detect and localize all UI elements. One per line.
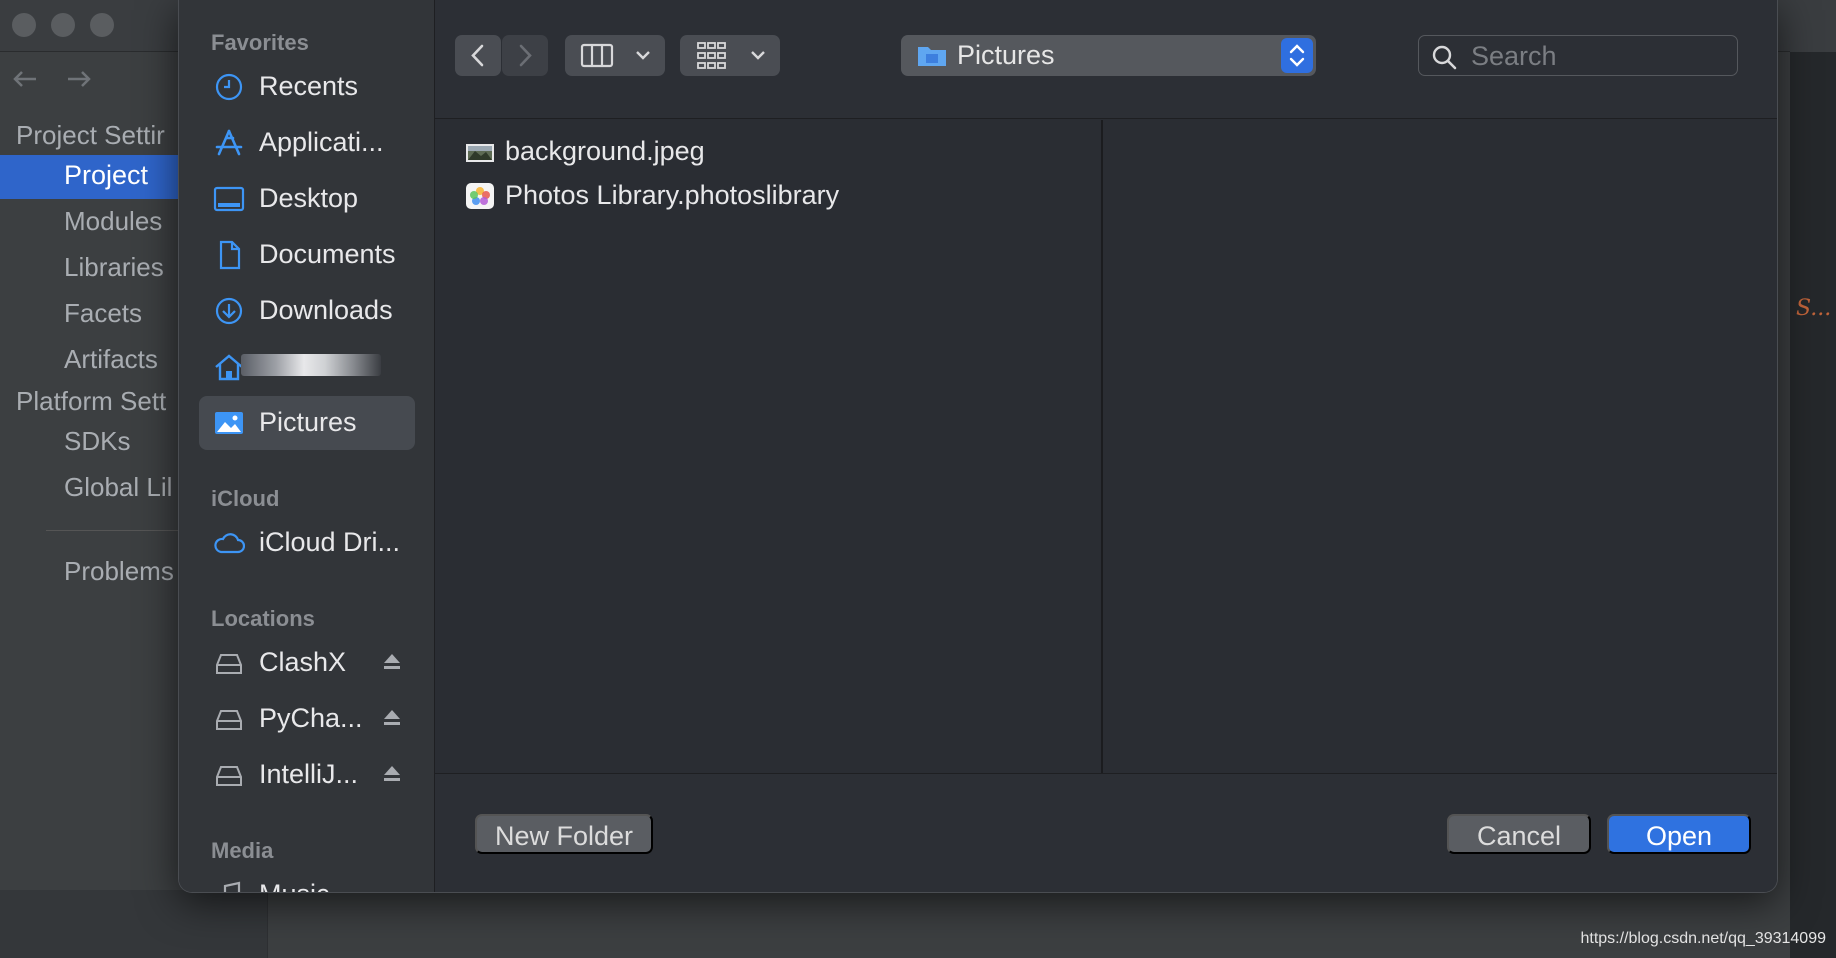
ide-editor-titlebar-edge bbox=[1790, 0, 1836, 52]
sidebar-item-recents[interactable]: Recents bbox=[199, 60, 415, 114]
sidebar-item-label: Pictures bbox=[259, 407, 357, 437]
cancel-button[interactable]: Cancel bbox=[1447, 814, 1591, 854]
file-row-background-jpeg[interactable]: background.jpeg bbox=[465, 132, 1085, 172]
music-icon bbox=[223, 881, 241, 892]
icloud-heading: iCloud bbox=[211, 486, 280, 511]
sidebar-item-label: ClashX bbox=[259, 647, 347, 677]
preview-column bbox=[1105, 120, 1777, 773]
sidebar-divider bbox=[46, 530, 186, 531]
clock-icon bbox=[215, 73, 243, 101]
drive-icon bbox=[216, 766, 242, 786]
download-icon bbox=[215, 297, 243, 325]
pictures-icon bbox=[215, 412, 243, 434]
locations-heading: Locations bbox=[211, 606, 315, 631]
open-button[interactable]: Open bbox=[1607, 814, 1751, 854]
forward-arrow-icon[interactable] bbox=[64, 64, 100, 94]
dialog-main: Pictures background.jpeg Photos Library.… bbox=[435, 0, 1777, 892]
watermark-url: https://blog.csdn.net/qq_39314099 bbox=[1580, 930, 1826, 947]
open-file-dialog: Favorites Recents Applicati... Desktop D… bbox=[178, 0, 1778, 893]
file-name: Photos Library.photoslibrary bbox=[505, 180, 840, 210]
sidebar-item-artifacts[interactable]: Artifacts bbox=[64, 344, 158, 375]
sidebar-item-pycharm[interactable]: PyCha... bbox=[199, 692, 415, 746]
forward-button[interactable] bbox=[502, 35, 548, 76]
sidebar-item-modules[interactable]: Modules bbox=[64, 206, 162, 237]
ide-bottom-panel bbox=[0, 890, 268, 958]
image-file-icon bbox=[466, 144, 494, 162]
location-stepper[interactable] bbox=[1281, 38, 1313, 73]
columns-view-icon bbox=[580, 43, 650, 68]
sidebar-item-label: Applicati... bbox=[259, 127, 384, 157]
editor-text-fragment: S... bbox=[1796, 296, 1832, 321]
folder-icon bbox=[918, 47, 946, 66]
location-popup[interactable]: Pictures bbox=[901, 35, 1316, 76]
eject-icon[interactable] bbox=[383, 764, 401, 784]
cloud-icon bbox=[214, 533, 245, 554]
back-arrow-icon[interactable] bbox=[10, 64, 46, 94]
sidebar-item-project[interactable]: Project bbox=[0, 155, 190, 199]
redacted-username bbox=[241, 354, 381, 376]
new-folder-button[interactable]: New Folder bbox=[475, 814, 653, 854]
sidebar-item-desktop[interactable]: Desktop bbox=[199, 172, 415, 226]
sidebar-item-applications[interactable]: Applicati... bbox=[199, 116, 415, 170]
sidebar-item-icloud-drive[interactable]: iCloud Dri... bbox=[199, 516, 415, 570]
file-row-photos-library[interactable]: Photos Library.photoslibrary bbox=[465, 176, 1085, 216]
sidebar-item-label: Documents bbox=[259, 239, 396, 269]
sidebar-item-label: Downloads bbox=[259, 295, 393, 325]
eject-icon[interactable] bbox=[383, 708, 401, 728]
desktop-icon bbox=[213, 186, 245, 212]
sidebar-item-problems[interactable]: Problems bbox=[64, 556, 174, 587]
minimize-window-button[interactable] bbox=[51, 13, 75, 37]
sidebar-item-libraries[interactable]: Libraries bbox=[64, 252, 164, 283]
sidebar-item-label: PyCha... bbox=[259, 703, 363, 733]
document-icon bbox=[219, 240, 241, 270]
sidebar-item-downloads[interactable]: Downloads bbox=[199, 284, 415, 338]
drive-icon bbox=[216, 654, 242, 674]
applications-icon bbox=[215, 129, 243, 156]
group-by-button[interactable] bbox=[680, 35, 780, 76]
platform-settings-heading: Platform Sett bbox=[16, 386, 167, 416]
chevron-left-icon bbox=[471, 44, 484, 67]
grid-view-icon bbox=[697, 42, 765, 69]
chevron-right-icon bbox=[519, 44, 532, 67]
sidebar-item-pictures[interactable]: Pictures bbox=[199, 396, 415, 450]
sidebar-item-label: Desktop bbox=[259, 183, 359, 213]
close-window-button[interactable] bbox=[12, 13, 36, 37]
sidebar-item-home[interactable] bbox=[199, 340, 415, 394]
dialog-button-bar: New Folder Cancel Open bbox=[435, 773, 1777, 892]
file-column: background.jpeg Photos Library.photoslib… bbox=[435, 120, 1103, 773]
sidebar-item-clashx[interactable]: ClashX bbox=[199, 636, 415, 690]
up-down-chevron-icon bbox=[1289, 44, 1305, 67]
current-folder-label: Pictures bbox=[957, 40, 1055, 70]
zoom-window-button[interactable] bbox=[90, 13, 114, 37]
sidebar-item-label: Recents bbox=[259, 71, 359, 101]
sidebar-item-label: Project bbox=[64, 160, 149, 190]
sidebar-item-label: IntelliJ... bbox=[259, 759, 359, 789]
search-input[interactable] bbox=[1471, 39, 1731, 73]
drive-icon bbox=[216, 710, 242, 730]
dialog-toolbar: Pictures bbox=[435, 0, 1777, 119]
sidebar-item-documents[interactable]: Documents bbox=[199, 228, 415, 282]
search-field[interactable] bbox=[1418, 35, 1738, 76]
finder-sidebar: Favorites Recents Applicati... Desktop D… bbox=[179, 0, 435, 892]
media-heading: Media bbox=[211, 838, 274, 863]
sidebar-item-sdks[interactable]: SDKs bbox=[64, 426, 130, 457]
sidebar-item-facets[interactable]: Facets bbox=[64, 298, 142, 329]
photos-library-icon bbox=[466, 183, 494, 209]
eject-icon[interactable] bbox=[383, 652, 401, 672]
back-button[interactable] bbox=[455, 35, 501, 76]
sidebar-item-intellij[interactable]: IntelliJ... bbox=[199, 748, 415, 802]
project-settings-heading: Project Settir bbox=[16, 120, 165, 150]
view-mode-button[interactable] bbox=[565, 35, 665, 76]
sidebar-item-music[interactable]: Music bbox=[199, 868, 415, 892]
search-icon bbox=[1432, 45, 1457, 70]
sidebar-item-label: iCloud Dri... bbox=[259, 527, 401, 557]
favorites-heading: Favorites bbox=[211, 30, 309, 55]
file-name: background.jpeg bbox=[505, 136, 705, 166]
sidebar-item-label: Music bbox=[259, 879, 330, 892]
sidebar-item-global-libraries[interactable]: Global Lil bbox=[64, 472, 172, 503]
ide-editor-edge bbox=[1790, 0, 1836, 958]
